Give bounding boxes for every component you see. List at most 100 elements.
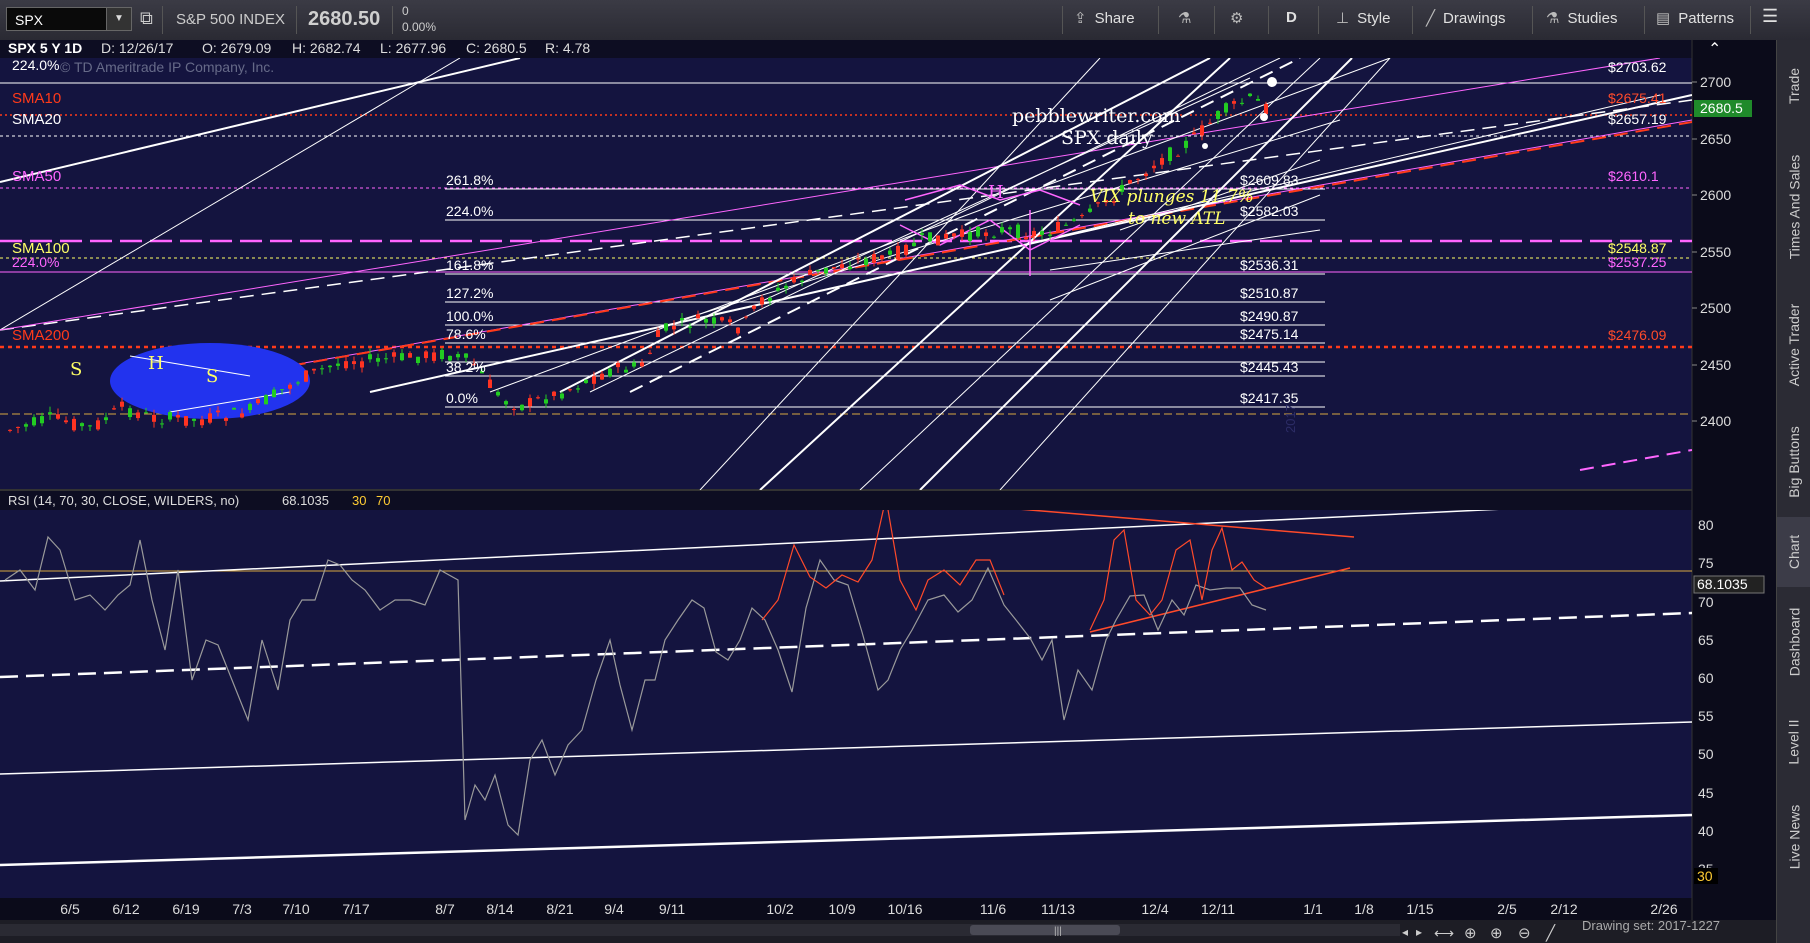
tab-active-trader[interactable]: Active Trader [1777,282,1810,407]
candle-body [1144,173,1148,177]
share-button[interactable]: ⇪ Share [1074,9,1135,31]
period-button[interactable]: D [1286,9,1297,31]
candle-body [24,424,28,427]
tab-live-news[interactable]: Live News [1777,787,1810,887]
scroll-right-icon[interactable]: ▸ [1416,925,1422,939]
chevron-down-icon[interactable]: ▼ [106,8,131,30]
candle-body [1184,140,1188,148]
point-marker [1267,77,1277,87]
studies-icon: ⚗ [1546,10,1560,27]
right-price-label: $2537.25 [1608,254,1667,270]
collapse-icon[interactable]: ⌃ [1708,41,1721,58]
candle-body [896,245,900,260]
candle-body [344,361,348,369]
candle-body [272,389,276,398]
patterns-button[interactable]: ▤ Patterns [1656,9,1734,31]
rsi-tick-label: 55 [1698,708,1714,724]
drawings-button[interactable]: ╱ Drawings [1426,9,1506,31]
tab-label: Dashboard [1786,607,1802,677]
candle-body [192,418,196,421]
zoom-in-icon[interactable]: ⊕ [1490,925,1503,942]
fib-price-label: $2490.87 [1240,308,1299,324]
scrollbar-thumb[interactable] [970,925,1120,935]
fib-ext-mid-label: 224.0% [12,254,59,270]
settings-button[interactable]: ⚙ [1230,9,1251,31]
time-tick-label: 11/13 [1041,901,1075,917]
time-tick-label: 7/10 [282,901,309,917]
link-icon[interactable]: ⧉ [140,8,153,29]
candle-body [464,353,468,358]
time-tick-label: 8/7 [435,901,455,917]
candle-body [880,255,884,260]
candle-body [128,408,132,418]
hs-left-shoulder: S [70,359,82,380]
drawing-tool-icon[interactable]: ╱ [1545,924,1556,942]
candle-body [1240,102,1244,104]
candle-body [568,389,572,391]
fit-icon[interactable]: ⟷ [1434,925,1454,941]
scroll-left-icon[interactable]: ◂ [1402,925,1408,939]
symbol-text: SPX [15,12,44,28]
fib-percent-label: 224.0% [446,203,493,219]
candle-body [1056,222,1060,233]
chart-close: C: 2680.5 [466,40,527,56]
rsi-tick-label: 80 [1698,517,1714,533]
candle-body [1160,158,1164,165]
candle-body [1016,224,1020,238]
candle-body [328,365,332,368]
candle-body [376,358,380,362]
candle-body [256,399,260,404]
candle-body [584,379,588,383]
scrollbar-track[interactable] [0,924,1400,936]
sma10-label: SMA10 [12,90,61,107]
zoom-out-icon[interactable]: ⊖ [1518,925,1531,942]
crosshair-icon[interactable]: ⊕ [1464,925,1477,942]
candle-body [72,418,76,431]
time-tick-label: 10/2 [766,901,793,917]
candle-body [856,258,860,260]
menu-icon[interactable]: ☰ [1762,6,1778,28]
tab-chart[interactable]: Chart [1777,517,1810,587]
fib-price-label: $2536.31 [1240,257,1299,273]
price-tick-label: 2500 [1700,300,1731,316]
candle-body [832,266,836,269]
chart-open: O: 2679.09 [202,40,271,56]
drawing-set-label[interactable]: Drawing set: 2017-1227 [1582,918,1720,933]
candle-body [96,420,100,430]
rsi-value: 68.1035 [282,493,329,508]
candle-body [368,354,372,360]
divider [1532,6,1533,34]
divider [392,6,393,34]
time-tick-label: 6/12 [112,901,139,917]
candle-body [552,391,556,396]
candle-body [1136,179,1140,181]
price-tick-label: 2700 [1700,74,1731,90]
flask-button[interactable]: ⚗ [1178,9,1199,31]
candle-body [576,388,580,390]
divider [1268,6,1269,34]
candle-body [416,356,420,364]
rsi-title: RSI (14, 70, 30, CLOSE, WILDERS, no) [8,493,239,508]
price-tick-label: 2600 [1700,187,1731,203]
tab-times-and-sales[interactable]: Times And Sales [1777,132,1810,282]
tab-level-ii[interactable]: Level II [1777,697,1810,787]
watermark: 2017 [1283,404,1298,433]
right-price-label: $2675.41 [1608,90,1667,106]
candle-body [528,398,532,407]
candle-body [208,413,212,423]
fib-price-label: $2510.87 [1240,285,1299,301]
candle-body [648,352,652,354]
candle-body [64,420,68,423]
candle-body [352,361,356,365]
candle-body [760,297,764,305]
style-button[interactable]: ⊥ Style [1336,9,1390,31]
candle-body [840,264,844,269]
chart-area[interactable]: SPX 5 Y 1D D: 12/26/17 O: 2679.09 H: 268… [0,40,1776,943]
tab-trade[interactable]: Trade [1777,40,1810,132]
tab-big-buttons[interactable]: Big Buttons [1777,407,1810,517]
studies-button[interactable]: ⚗ Studies [1546,9,1618,31]
symbol-input[interactable]: SPX ▼ [6,7,132,31]
right-price-label: $2476.09 [1608,327,1667,343]
tab-dashboard[interactable]: Dashboard [1777,587,1810,697]
candle-body [1208,122,1212,124]
